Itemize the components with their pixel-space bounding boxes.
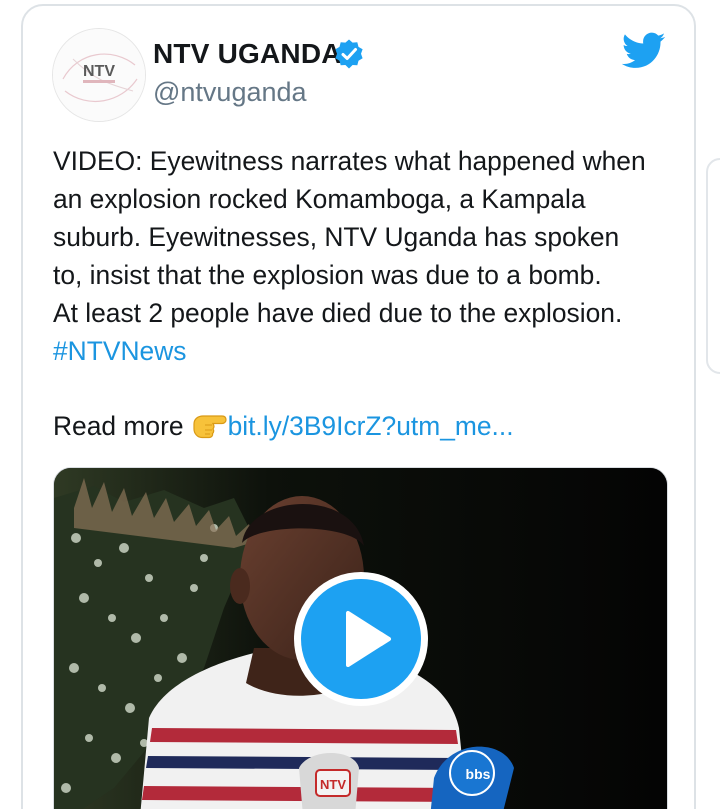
avatar[interactable]: NTV [52,28,146,122]
avatar-logo-text: NTV [83,63,115,80]
read-more-label: Read more [53,411,184,441]
display-name[interactable]: NTV UGANDA [153,38,342,70]
video-thumbnail[interactable]: NTV bbs [53,467,668,809]
tweet-text: VIDEO: Eyewitness narrates what happened… [53,142,693,370]
shortened-link[interactable]: bit.ly/3B9IcrZ?utm_me... [228,411,514,441]
tweet-text-line: At least 2 people have died due to the e… [53,298,623,328]
hashtag-link[interactable]: #NTVNews [53,332,693,370]
verified-badge-icon [335,39,363,69]
play-button[interactable] [294,572,428,706]
mic-logo-ntv: NTV [320,777,346,792]
tweet-text-line: VIDEO: Eyewitness narrates what happened… [53,146,646,176]
pointing-hand-icon [192,415,227,439]
handle[interactable]: @ntvuganda [153,76,307,108]
read-more-line: Read more bit.ly/3B9IcrZ?utm_me... [53,407,514,445]
ntv-logo: NTV [53,29,145,121]
page: NTV NTV UGANDA @ntvuganda VIDEO: Eyewitn… [0,0,720,809]
play-icon [346,611,391,667]
adjacent-card-edge[interactable] [706,158,720,374]
play-button-circle [301,579,421,699]
tweet-text-line: suburb. Eyewitnesses, NTV Uganda has spo… [53,222,620,252]
tweet-text-line: to, insist that the explosion was due to… [53,260,602,290]
tweet-text-line: an explosion rocked Komamboga, a Kampala [53,184,586,214]
twitter-bird-icon[interactable] [622,32,666,70]
mic-logo-bbs: bbs [466,766,491,782]
